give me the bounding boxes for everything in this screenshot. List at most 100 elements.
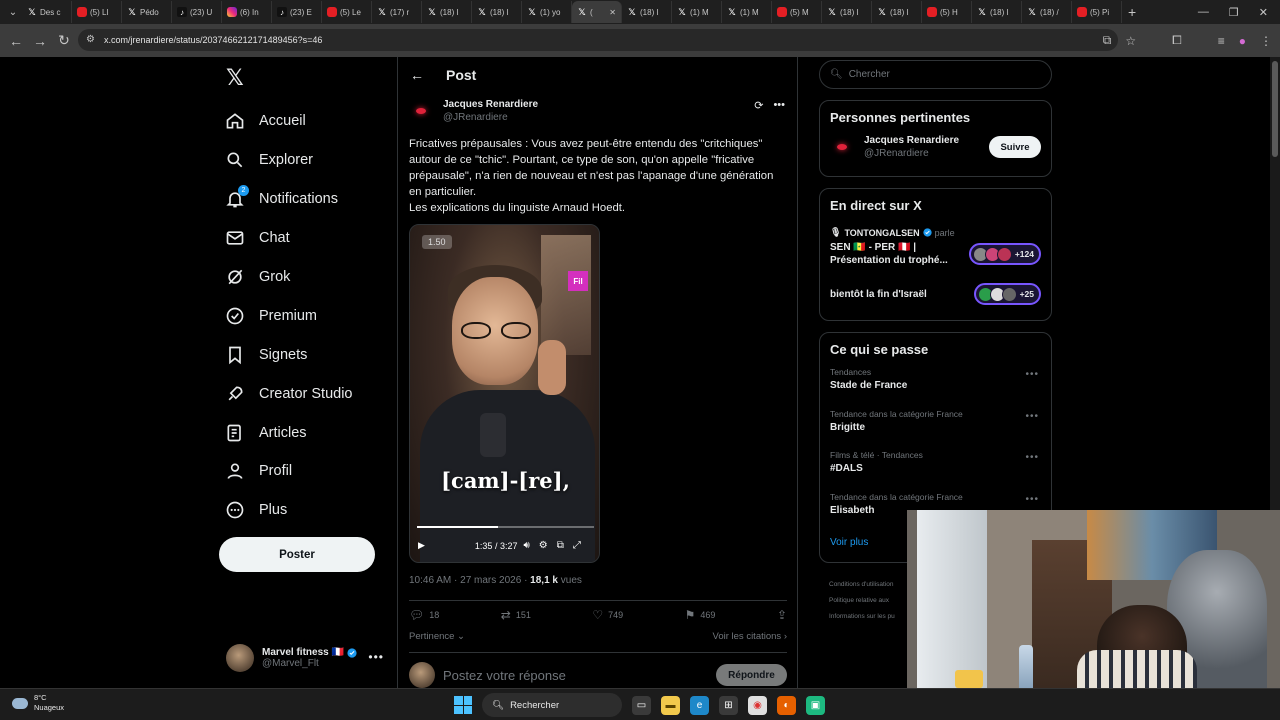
more-icon[interactable]: ••• [1025, 494, 1039, 505]
browser-tab[interactable]: 𝕏 (18) / [1022, 1, 1072, 23]
account-switcher[interactable]: Marvel fitness 🇫🇷 @Marvel_Flt ••• [226, 642, 386, 674]
trend-item[interactable]: Tendance dans la catégorie France Brigitt… [820, 409, 1051, 451]
browser-tab[interactable]: ♪ (23) E [272, 1, 322, 23]
browser-tab[interactable]: 𝕏 (17) r [372, 1, 422, 23]
browser-tab[interactable]: 𝕏 (18) I [422, 1, 472, 23]
minimize-icon[interactable]: — [1198, 6, 1209, 18]
firefox-icon[interactable]: ◐ [777, 695, 796, 715]
sidebar-item-chat[interactable]: Chat [225, 219, 353, 258]
sidebar-item-grok[interactable]: Grok [225, 258, 353, 297]
taskbar-search[interactable]: 🔍︎ Rechercher [482, 693, 622, 717]
more-icon[interactable]: ••• [1025, 411, 1039, 422]
author-handle[interactable]: @JRenardiere [443, 112, 538, 123]
browser-tab[interactable]: 𝕏 (18) I [872, 1, 922, 23]
more-icon[interactable]: ••• [773, 99, 785, 112]
follow-button[interactable]: Suivre [989, 136, 1041, 158]
browser-tab[interactable]: (5) Le [322, 1, 372, 23]
restore-icon[interactable]: ❐ [1229, 6, 1239, 19]
like-button[interactable]: ♡ 749 [592, 608, 623, 622]
browser-tab[interactable]: 𝕏 (✕ [572, 1, 622, 23]
bookmark-button[interactable]: ⚑ 469 [685, 608, 716, 622]
site-info-icon[interactable]: ⚙ [86, 34, 98, 46]
listeners-pill[interactable]: +124 [968, 243, 1041, 265]
more-icon[interactable]: ••• [1025, 369, 1039, 380]
x-logo[interactable]: 𝕏 [226, 65, 244, 91]
post-author[interactable]: Jacques Renardiere @JRenardiere [409, 99, 538, 123]
footer-link[interactable]: Politique relative aux [829, 593, 895, 609]
sidebar-item-accueil[interactable]: Accueil [225, 102, 353, 141]
start-icon[interactable] [454, 696, 472, 714]
sidebar-item-plus[interactable]: Plus [225, 491, 353, 530]
volume-icon[interactable]: 🔊︎ [523, 540, 529, 551]
more-icon[interactable]: ••• [368, 650, 384, 664]
author-avatar[interactable] [409, 99, 433, 123]
browser-tab[interactable]: (5) Pi [1072, 1, 1122, 23]
footer-link[interactable]: Conditions d'utilisation [829, 577, 895, 593]
video-progress-bar[interactable] [417, 526, 594, 528]
author-name[interactable]: Jacques Renardiere [443, 99, 538, 110]
sidebar-item-explorer[interactable]: Explorer [225, 141, 353, 180]
browser-tab[interactable]: 𝕏 (1) M [722, 1, 772, 23]
person-name[interactable]: Jacques Renardiere [864, 135, 959, 146]
close-tab-icon[interactable]: ✕ [609, 8, 616, 17]
edge-icon[interactable]: e [690, 695, 709, 715]
app-icon[interactable]: ▣ [806, 695, 825, 715]
grok-icon[interactable]: ⟳ [754, 99, 763, 112]
extensions-icon[interactable]: ⧠ [1172, 33, 1182, 48]
settings-icon[interactable]: ⚙ [539, 540, 548, 551]
footer-link[interactable]: Informations sur les pu [829, 609, 895, 625]
post-button[interactable]: Poster [219, 537, 375, 572]
tab-search-icon[interactable]: ⌄ [4, 3, 22, 21]
repost-button[interactable]: ⇄ 151 [501, 608, 531, 622]
forward-icon[interactable]: → [28, 33, 52, 49]
scroll-thumb[interactable] [1272, 61, 1278, 157]
picture-in-picture-icon[interactable]: ⧉ [557, 540, 564, 551]
url-field[interactable]: ⚙ x.com/jrenardiere/status/2037466212171… [78, 29, 1118, 51]
new-tab-button[interactable]: + [1128, 4, 1136, 20]
live-space-item[interactable]: SEN 🇸🇳 - PER 🇵🇪 | Présentation du trophé… [820, 241, 1051, 267]
profile-icon[interactable]: ● [1239, 34, 1246, 48]
bookmark-star-icon[interactable]: ☆ [1125, 34, 1136, 48]
store-icon[interactable]: ⊞ [719, 695, 738, 715]
browser-tab[interactable]: 𝕏 (18) I [472, 1, 522, 23]
video-player[interactable]: 1.50 Fil [cam]-[re], ▶ 1:35 / 3:27 🔊︎ ⚙ … [409, 224, 600, 563]
browser-tab[interactable]: 𝕏 (18) I [972, 1, 1022, 23]
browser-tab[interactable]: 𝕏 (1) M [672, 1, 722, 23]
live-space-item[interactable]: bientôt la fin d'Israël +25 [820, 283, 1051, 305]
browser-tab[interactable]: (5) LI [72, 1, 122, 23]
browser-tab[interactable]: (6) In [222, 1, 272, 23]
weather-widget[interactable]: 8°C Nuageux [12, 693, 64, 713]
sidebar-item-profil[interactable]: Profil [225, 452, 353, 491]
chrome-icon[interactable]: ◉ [748, 695, 767, 715]
play-icon[interactable]: ▶ [418, 540, 425, 551]
view-quotes-link[interactable]: Voir les citations › [713, 631, 787, 642]
search-input[interactable]: 🔍︎ Chercher [819, 60, 1052, 89]
browser-tab[interactable]: 𝕏 (1) yo [522, 1, 572, 23]
more-icon[interactable]: ••• [1025, 452, 1039, 463]
reply-input[interactable]: Postez votre réponse [443, 668, 566, 683]
trend-item[interactable]: Tendances Stade de France ••• [820, 367, 1051, 409]
sidebar-item-signets[interactable]: Signets [225, 335, 353, 374]
listeners-pill[interactable]: +25 [973, 283, 1041, 305]
menu-icon[interactable]: ⋮ [1260, 34, 1272, 48]
browser-tab[interactable]: 𝕏 (18) I [822, 1, 872, 23]
file-explorer-icon[interactable]: ▬ [661, 695, 680, 715]
browser-tab[interactable]: 𝕏 Des c [22, 1, 72, 23]
tab-groups-icon[interactable]: ≡ [1218, 34, 1225, 48]
back-arrow-icon[interactable]: ← [410, 67, 424, 83]
reply-button[interactable]: 💬︎ 18 [409, 608, 439, 622]
person-handle[interactable]: @JRenardiere [864, 148, 959, 159]
sidebar-item-premium[interactable]: Premium [225, 296, 353, 335]
relevance-dropdown[interactable]: Pertinence ⌄ [409, 631, 465, 642]
sidebar-item-notifications[interactable]: 2 Notifications [225, 180, 353, 219]
reply-submit-button[interactable]: Répondre [716, 664, 787, 686]
back-icon[interactable]: ← [4, 33, 28, 49]
browser-tab[interactable]: ♪ (23) U [172, 1, 222, 23]
fullscreen-icon[interactable]: ⤢ [573, 540, 581, 551]
close-icon[interactable]: ✕ [1259, 6, 1268, 19]
install-icon[interactable]: ⧉ [1103, 33, 1112, 48]
share-button[interactable]: ⇪ [777, 608, 787, 622]
sidebar-item-articles[interactable]: Articles [225, 413, 353, 452]
sidebar-item-creator-studio[interactable]: Creator Studio [225, 374, 353, 413]
browser-tab[interactable]: (5) H [922, 1, 972, 23]
